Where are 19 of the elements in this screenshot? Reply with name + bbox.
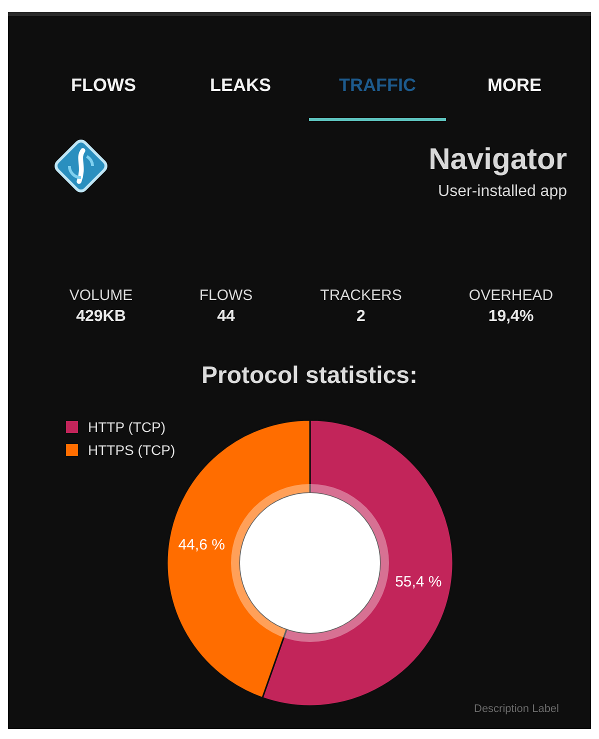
legend-label: HTTP (TCP)	[88, 419, 166, 435]
chart-title: Protocol statistics:	[200, 362, 419, 390]
stat-value: 429KB	[76, 308, 126, 326]
slice-label: 44,6 %	[178, 536, 225, 554]
stat-label: VOLUME	[69, 287, 133, 304]
slice-label: 55,4 %	[395, 574, 442, 591]
app-subtitle: User-installed app	[438, 183, 567, 201]
app-name: Navigator	[428, 142, 567, 177]
stat-label: TRACKERS	[320, 287, 402, 304]
stat-value: 19,4%	[488, 308, 534, 326]
tab[interactable]: MORE	[446, 71, 583, 121]
stat-value: 2	[356, 308, 366, 326]
stat-label: OVERHEAD	[468, 287, 554, 304]
stat-label: FLOWS	[199, 287, 253, 304]
legend-label: HTTPS (TCP)	[88, 442, 176, 458]
chart-description: Description Label	[474, 703, 559, 715]
tab[interactable]: FLOWS	[35, 71, 172, 121]
tab[interactable]: LEAKS	[172, 71, 309, 121]
stat-value: 44	[217, 308, 235, 326]
